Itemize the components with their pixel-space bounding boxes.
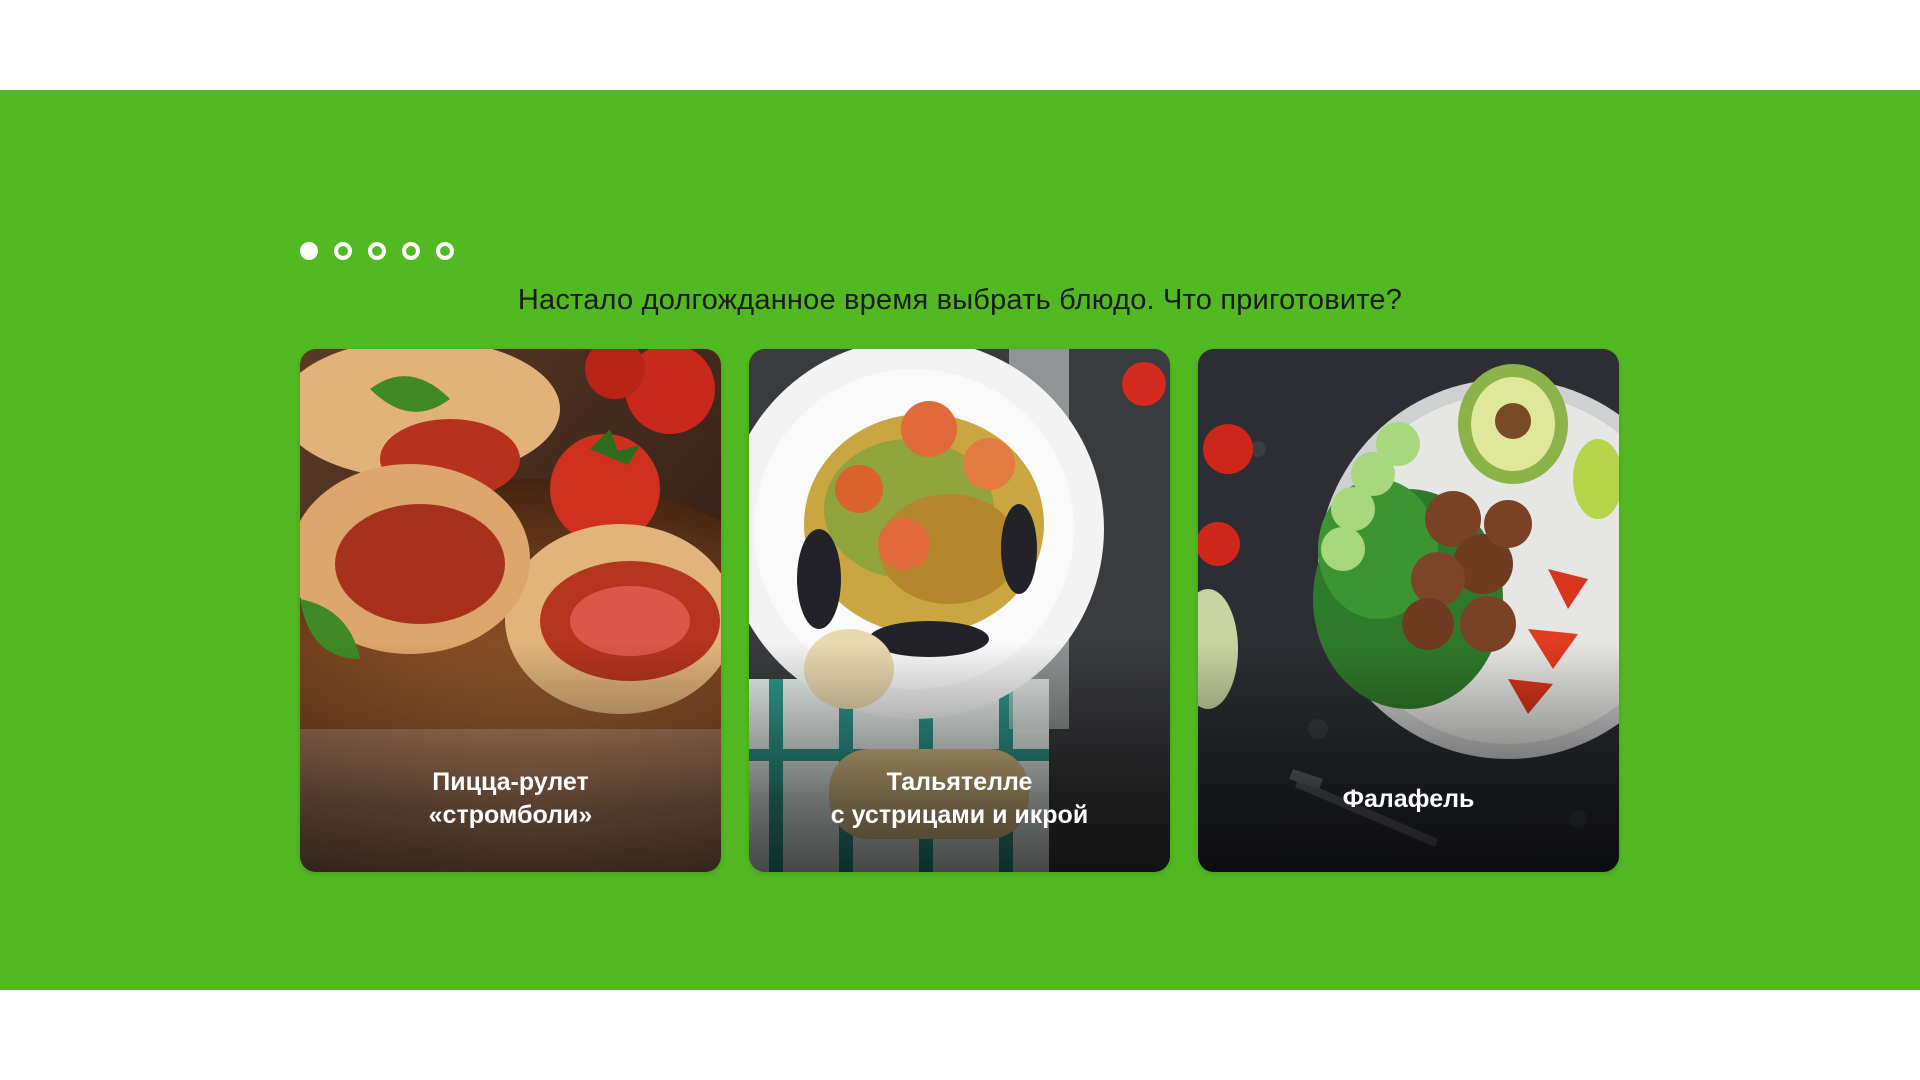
carousel-dot-4[interactable]: [402, 242, 420, 260]
carousel-dot-3[interactable]: [368, 242, 386, 260]
dish-title-line1: Пицца-рулет: [432, 768, 589, 796]
dish-title: Фалафель: [1198, 763, 1619, 835]
card-shade: [749, 642, 1170, 872]
dish-title-line1: Тальятелле: [886, 768, 1033, 796]
dish-cards: Пицца-рулет «стромболи» Тальятелле с уст…: [300, 349, 1619, 872]
question-heading: Настало долгожданное время выбрать блюдо…: [517, 284, 1403, 316]
card-shade: [1198, 642, 1619, 872]
carousel-dot-5[interactable]: [436, 242, 454, 260]
dish-title-line1: Фалафель: [1342, 784, 1475, 813]
dish-card-tagliatelle[interactable]: Тальятелле с устрицами и икрой: [749, 349, 1170, 872]
carousel-pagination: [300, 242, 454, 260]
card-shade: [300, 642, 721, 872]
carousel-dot-2[interactable]: [334, 242, 352, 260]
carousel-dot-1[interactable]: [300, 242, 318, 260]
dish-title-line2: «стромболи»: [428, 801, 593, 829]
dish-title: Тальятелле с устрицами и икрой: [749, 763, 1170, 835]
dish-title: Пицца-рулет «стромболи»: [300, 763, 721, 835]
dish-card-falafel[interactable]: Фалафель: [1198, 349, 1619, 872]
dish-card-stromboli[interactable]: Пицца-рулет «стромболи»: [300, 349, 721, 872]
dish-title-line2: с устрицами и икрой: [830, 801, 1089, 829]
